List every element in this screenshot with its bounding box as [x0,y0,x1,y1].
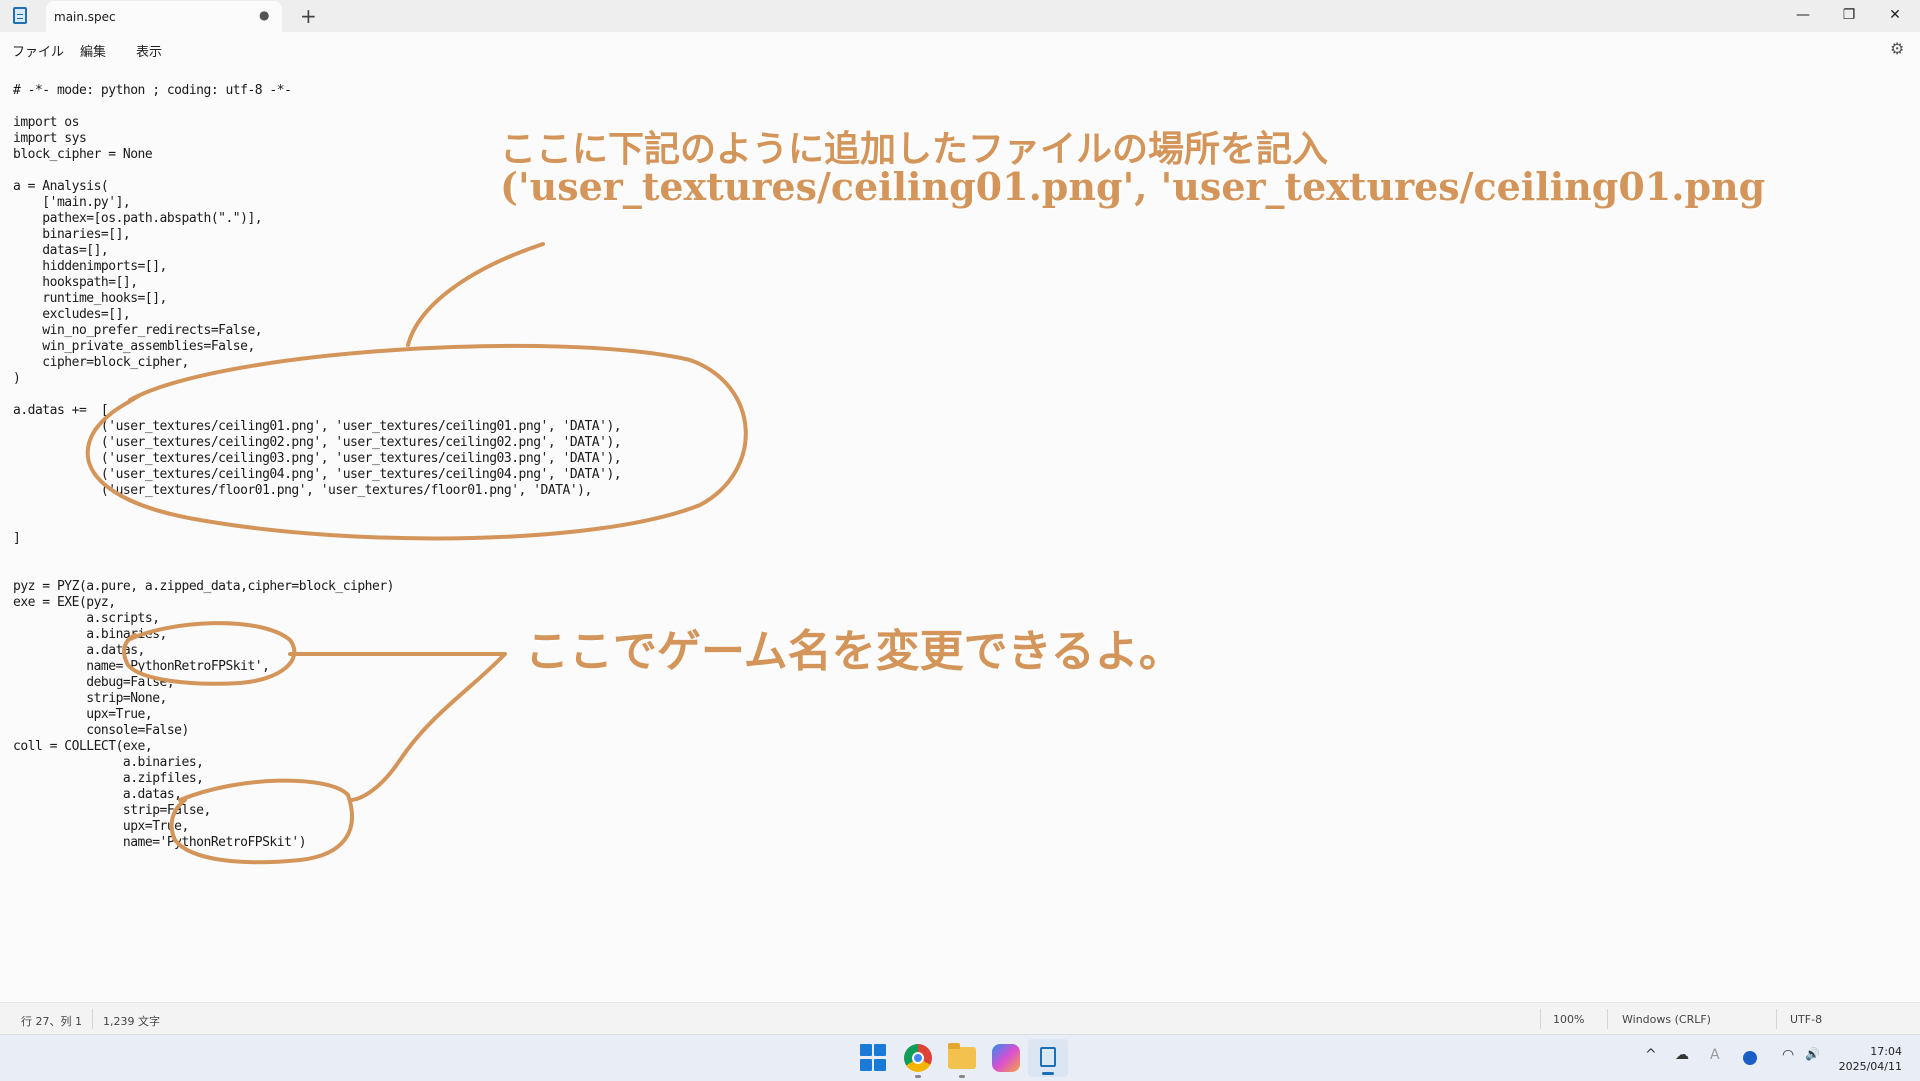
notepad-taskbar-icon[interactable] [1028,1039,1068,1077]
volume-icon[interactable]: 🔊 [1805,1047,1820,1061]
ime-icon[interactable]: A [1710,1047,1720,1063]
arrow-stroke-top [406,242,545,347]
app-tray-icon[interactable] [1743,1051,1757,1065]
line-ending[interactable]: Windows (CRLF) [1622,1013,1711,1026]
onedrive-cloud-icon[interactable]: ☁ [1675,1047,1689,1063]
clock-date: 2025/04/11 [1838,1060,1902,1073]
notepad-icon [1040,1047,1056,1067]
copilot-icon[interactable] [992,1044,1020,1072]
active-indicator [1042,1072,1054,1075]
ellipse-coll-name [169,778,354,865]
status-divider [92,1009,93,1029]
running-indicator [959,1075,965,1078]
taskbar: ^ ☁ A ◠ 🔊 17:04 2025/04/11 [0,1034,1920,1081]
chrome-icon[interactable] [904,1044,932,1078]
ellipse-exe-name [122,621,297,686]
connector-stroke [288,652,507,802]
ellipse-datas [85,343,748,541]
character-count: 1,239 文字 [103,1015,160,1028]
file-explorer-icon[interactable] [948,1043,976,1078]
status-divider [1540,1009,1541,1029]
status-divider [1607,1009,1608,1029]
status-divider [1776,1009,1777,1029]
annotation-note-1-line-2: ('user_textures/ceiling01.png', 'user_te… [500,164,1766,209]
zoom-level[interactable]: 100% [1553,1013,1584,1026]
running-indicator [915,1075,921,1078]
clock[interactable]: 17:04 2025/04/11 [1838,1044,1902,1074]
clock-time: 17:04 [1870,1045,1902,1058]
annotation-note-2: ここでゲーム名を変更できるよ。 [525,626,1183,677]
status-bar: 行 27、列 1 1,239 文字 100% Windows (CRLF) UT… [0,1002,1920,1035]
cursor-position[interactable]: 行 27、列 1 [21,1013,82,1029]
tray-overflow-icon[interactable]: ^ [1645,1047,1657,1063]
encoding[interactable]: UTF-8 [1790,1013,1822,1026]
wifi-icon[interactable]: ◠ [1782,1047,1794,1063]
windows-start-icon[interactable] [860,1044,888,1072]
